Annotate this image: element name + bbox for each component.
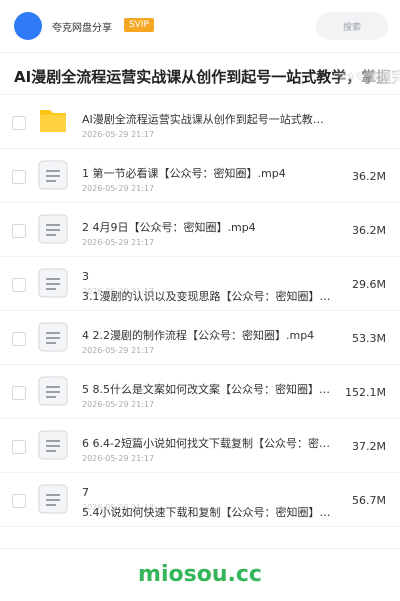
share-title-watermark: 公众号：密知圈 [339,72,395,81]
item-checkbox[interactable] [12,386,26,400]
item-date: 2026-05-29 21:17 [82,238,155,247]
item-checkbox[interactable] [12,494,26,508]
item-name: 1 第一节必看课【公众号：密知圈】.mp4 [82,167,286,180]
item-name-line2: 3.1漫剧的认识以及变现思路【公众号：密知圈】.mp4 [82,290,332,303]
item-date: 2026-05-29 21:17 [82,400,155,409]
item-size: 53.3M [352,332,386,345]
list-item[interactable]: AI漫剧全流程运营实战课从创作到起号一站式教学，掌握完整方法 2026-05-2… [0,94,400,149]
file-icon [38,214,68,244]
item-name: 7 [82,486,89,499]
list-item[interactable]: 4 2.2漫剧的制作流程【公众号：密知圈】.mp4 2026-05-29 21:… [0,311,400,365]
item-size: 36.2M [352,224,386,237]
item-date: 2026-05-29 21:17 [82,184,155,193]
list-item[interactable]: 3 2026-05-29 21:17 3.1漫剧的认识以及变现思路【公众号：密知… [0,257,400,311]
search-button[interactable]: 搜索 [316,12,388,40]
file-icon [38,430,68,460]
item-date: 2026-05-29 21:17 [82,454,155,463]
file-list: AI漫剧全流程运营实战课从创作到起号一站式教学，掌握完整方法 2026-05-2… [0,94,400,527]
item-size: 56.7M [352,494,386,507]
item-checkbox[interactable] [12,440,26,454]
site-watermark: miosou.cc [138,562,262,587]
avatar[interactable] [14,12,42,40]
item-size: 29.6M [352,278,386,291]
file-icon [38,268,68,298]
svip-badge: SVIP [124,18,154,32]
item-date: 2026-05-29 21:17 [82,346,155,355]
item-checkbox[interactable] [12,278,26,292]
file-icon [38,376,68,406]
item-size: 37.2M [352,440,386,453]
file-icon [38,160,68,190]
list-item[interactable]: 5 8.5什么是文案如何改文案【公众号：密知圈】.mp4 2026-05-29 … [0,365,400,419]
file-icon [38,484,68,514]
item-name: AI漫剧全流程运营实战课从创作到起号一站式教学，掌握完整方法 [82,113,332,126]
item-name-line2: 5.4小说如何快速下载和复制【公众号：密知圈】.mp4 [82,506,332,519]
item-size: 36.2M [352,170,386,183]
item-name: 4 2.2漫剧的制作流程【公众号：密知圈】.mp4 [82,329,315,342]
item-checkbox[interactable] [12,224,26,238]
item-name: 3 [82,270,89,283]
item-name: 2 4月9日【公众号：密知圈】.mp4 [82,221,256,234]
folder-icon [40,110,66,132]
item-date: 2026-05-29 21:17 [82,130,155,139]
list-item[interactable]: 1 第一节必看课【公众号：密知圈】.mp4 2026-05-29 21:17 3… [0,149,400,203]
brand-label: 夸克网盘分享 [52,23,112,34]
item-checkbox[interactable] [12,332,26,346]
list-item[interactable]: 6 6.4-2短篇小说如何找文下载复制【公众号：密知圈】.mp4 2026-05… [0,419,400,473]
item-size: 152.1M [345,386,386,399]
item-checkbox[interactable] [12,116,26,130]
list-item[interactable]: 7 2026-05-29 21:17 5.4小说如何快速下载和复制【公众号：密知… [0,473,400,527]
list-item[interactable]: 2 4月9日【公众号：密知圈】.mp4 2026-05-29 21:17 36.… [0,203,400,257]
item-name: 6 6.4-2短篇小说如何找文下载复制【公众号：密知圈】.mp4 [82,437,332,450]
header: 夸克网盘分享 SVIP 搜索 [0,0,400,53]
item-name: 5 8.5什么是文案如何改文案【公众号：密知圈】.mp4 [82,383,332,396]
file-icon [38,322,68,352]
item-checkbox[interactable] [12,170,26,184]
search-placeholder: 搜索 [342,22,361,33]
